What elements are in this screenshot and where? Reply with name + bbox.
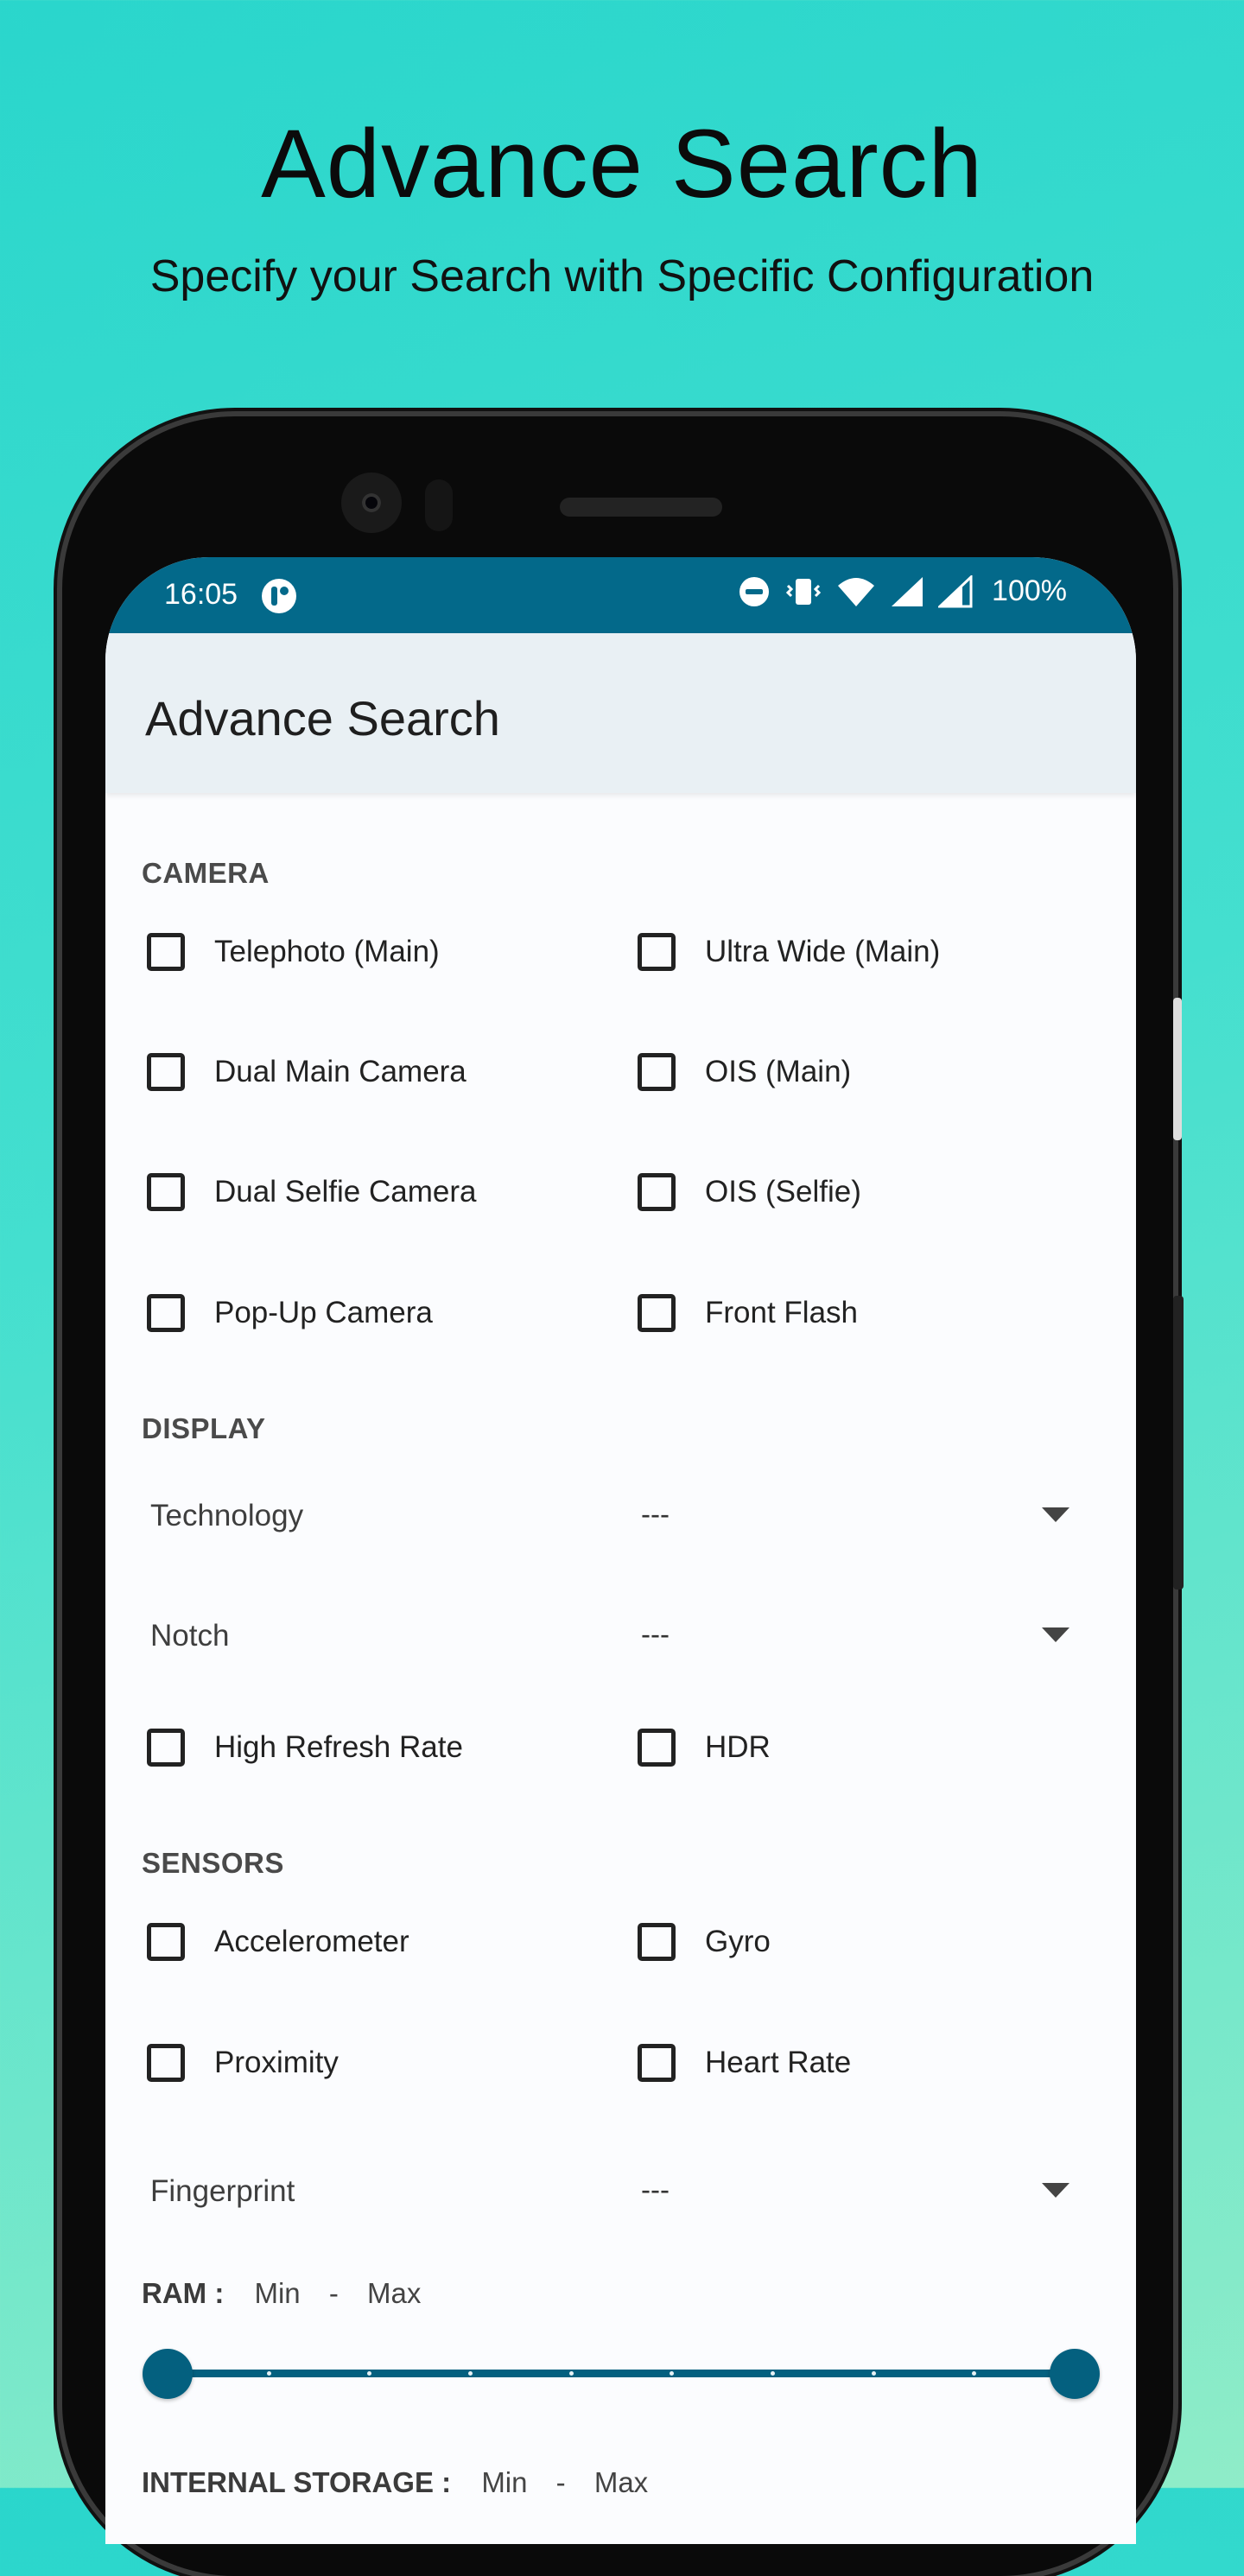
checkbox-label: OIS (Selfie): [705, 1175, 861, 1209]
fingerprint-label: Fingerprint: [150, 2174, 295, 2208]
checkbox-box[interactable]: [638, 1294, 676, 1332]
status-bar: 16:05 100%: [105, 557, 1136, 633]
slider-tick: [266, 2371, 271, 2376]
volume-button: [1173, 1296, 1184, 1589]
checkbox-box[interactable]: [147, 933, 185, 971]
checkbox-box[interactable]: [147, 1729, 185, 1767]
ram-label: RAM :: [142, 2277, 225, 2309]
checkbox-box[interactable]: [147, 1053, 185, 1091]
checkbox-box[interactable]: [147, 1294, 185, 1332]
checkbox-high-refresh-rate[interactable]: High Refresh Rate: [147, 1729, 463, 1767]
signal-icon: [890, 575, 924, 608]
checkbox-pop-up-camera[interactable]: Pop-Up Camera: [147, 1294, 433, 1332]
ram-range-slider[interactable]: [143, 2347, 1100, 2399]
technology-label: Technology: [150, 1499, 304, 1532]
storage-range-label: INTERNAL STORAGE : Min - Max: [142, 2466, 648, 2499]
do-not-disturb-icon: [738, 575, 771, 608]
checkbox-label: Accelerometer: [214, 1925, 409, 1958]
dropdown-arrow-icon: [1042, 1507, 1069, 1522]
page-title: Advance Search: [145, 691, 500, 746]
earpiece-speaker: [560, 498, 722, 517]
ram-max: Max: [367, 2277, 422, 2309]
checkbox-ultra-wide-main[interactable]: Ultra Wide (Main): [638, 933, 940, 971]
app-bar: Advance Search: [105, 633, 1136, 793]
slider-thumb-max[interactable]: [1050, 2349, 1100, 2399]
checkbox-label: Dual Selfie Camera: [214, 1175, 477, 1209]
checkbox-telephoto-main[interactable]: Telephoto (Main): [147, 933, 440, 971]
vibrate-icon: [784, 575, 822, 608]
checkbox-label: Front Flash: [705, 1296, 858, 1329]
storage-max: Max: [593, 2466, 649, 2498]
checkbox-box[interactable]: [147, 1923, 185, 1961]
checkbox-label: High Refresh Rate: [214, 1730, 463, 1764]
checkbox-box[interactable]: [638, 1173, 676, 1211]
storage-min: Min: [481, 2466, 528, 2498]
slider-tick: [468, 2371, 473, 2376]
status-time: 16:05: [164, 578, 238, 611]
checkbox-front-flash[interactable]: Front Flash: [638, 1294, 858, 1332]
dropdown-arrow-icon: [1042, 2182, 1069, 2198]
phone-screen: 16:05 100% Advance Search CAMERA Telepho…: [105, 557, 1136, 2544]
ram-range-label: RAM : Min - Max: [142, 2277, 421, 2310]
slider-tick: [568, 2371, 574, 2376]
checkbox-label: OIS (Main): [705, 1055, 852, 1088]
technology-dropdown[interactable]: ---: [641, 1488, 1090, 1540]
checkbox-label: Dual Main Camera: [214, 1055, 466, 1088]
storage-label: INTERNAL STORAGE :: [142, 2466, 452, 2498]
slider-track[interactable]: [168, 2370, 1075, 2377]
checkbox-box[interactable]: [638, 2044, 676, 2082]
storage-separator: -: [555, 2466, 566, 2498]
checkbox-box[interactable]: [638, 1053, 676, 1091]
front-camera: [341, 473, 402, 533]
checkbox-box[interactable]: [147, 1173, 185, 1211]
checkbox-box[interactable]: [638, 933, 676, 971]
power-button: [1173, 998, 1182, 1140]
display-heading: DISPLAY: [142, 1412, 266, 1444]
fingerprint-dropdown[interactable]: ---: [641, 2164, 1090, 2216]
checkbox-ois-selfie[interactable]: OIS (Selfie): [638, 1173, 861, 1211]
checkbox-ois-main[interactable]: OIS (Main): [638, 1053, 851, 1091]
checkbox-dual-selfie-camera[interactable]: Dual Selfie Camera: [147, 1173, 476, 1211]
notch-value: ---: [641, 1618, 670, 1650]
sensors-heading: SENSORS: [142, 1847, 284, 1879]
slider-tick: [771, 2371, 775, 2376]
checkbox-heart-rate[interactable]: Heart Rate: [638, 2044, 851, 2082]
checkbox-accelerometer[interactable]: Accelerometer: [147, 1923, 409, 1961]
checkbox-proximity[interactable]: Proximity: [147, 2044, 339, 2082]
checkbox-box[interactable]: [638, 1729, 676, 1767]
checkbox-label: Heart Rate: [705, 2046, 852, 2079]
checkbox-hdr[interactable]: HDR: [638, 1729, 771, 1767]
checkbox-label: Proximity: [214, 2046, 339, 2079]
checkbox-label: Pop-Up Camera: [214, 1296, 433, 1329]
checkbox-box[interactable]: [147, 2044, 185, 2082]
wifi-icon: [836, 575, 876, 608]
notch-label: Notch: [150, 1619, 230, 1653]
fingerprint-value: ---: [641, 2173, 670, 2205]
technology-value: ---: [641, 1498, 670, 1530]
checkbox-label: Ultra Wide (Main): [705, 935, 941, 968]
checkbox-gyro[interactable]: Gyro: [638, 1923, 771, 1961]
dropdown-arrow-icon: [1042, 1627, 1069, 1642]
slider-tick: [871, 2371, 876, 2376]
app-notification-icon: [261, 578, 297, 622]
checkbox-dual-main-camera[interactable]: Dual Main Camera: [147, 1053, 466, 1091]
promo-title: Advance Search: [261, 110, 983, 218]
ram-separator: -: [328, 2277, 339, 2309]
promo-subtitle: Specify your Search with Specific Config…: [149, 251, 1095, 301]
checkbox-label: Gyro: [705, 1925, 771, 1958]
camera-heading: CAMERA: [142, 857, 270, 889]
slider-thumb-min[interactable]: [143, 2349, 193, 2399]
checkbox-label: HDR: [705, 1730, 771, 1764]
ram-min: Min: [254, 2277, 301, 2309]
notch-dropdown[interactable]: ---: [641, 1608, 1090, 1660]
battery-level: 100%: [992, 574, 1067, 607]
signal-icon-2: [938, 574, 973, 608]
checkbox-label: Telephoto (Main): [214, 935, 440, 968]
proximity-sensor: [425, 479, 453, 531]
checkbox-box[interactable]: [638, 1923, 676, 1961]
